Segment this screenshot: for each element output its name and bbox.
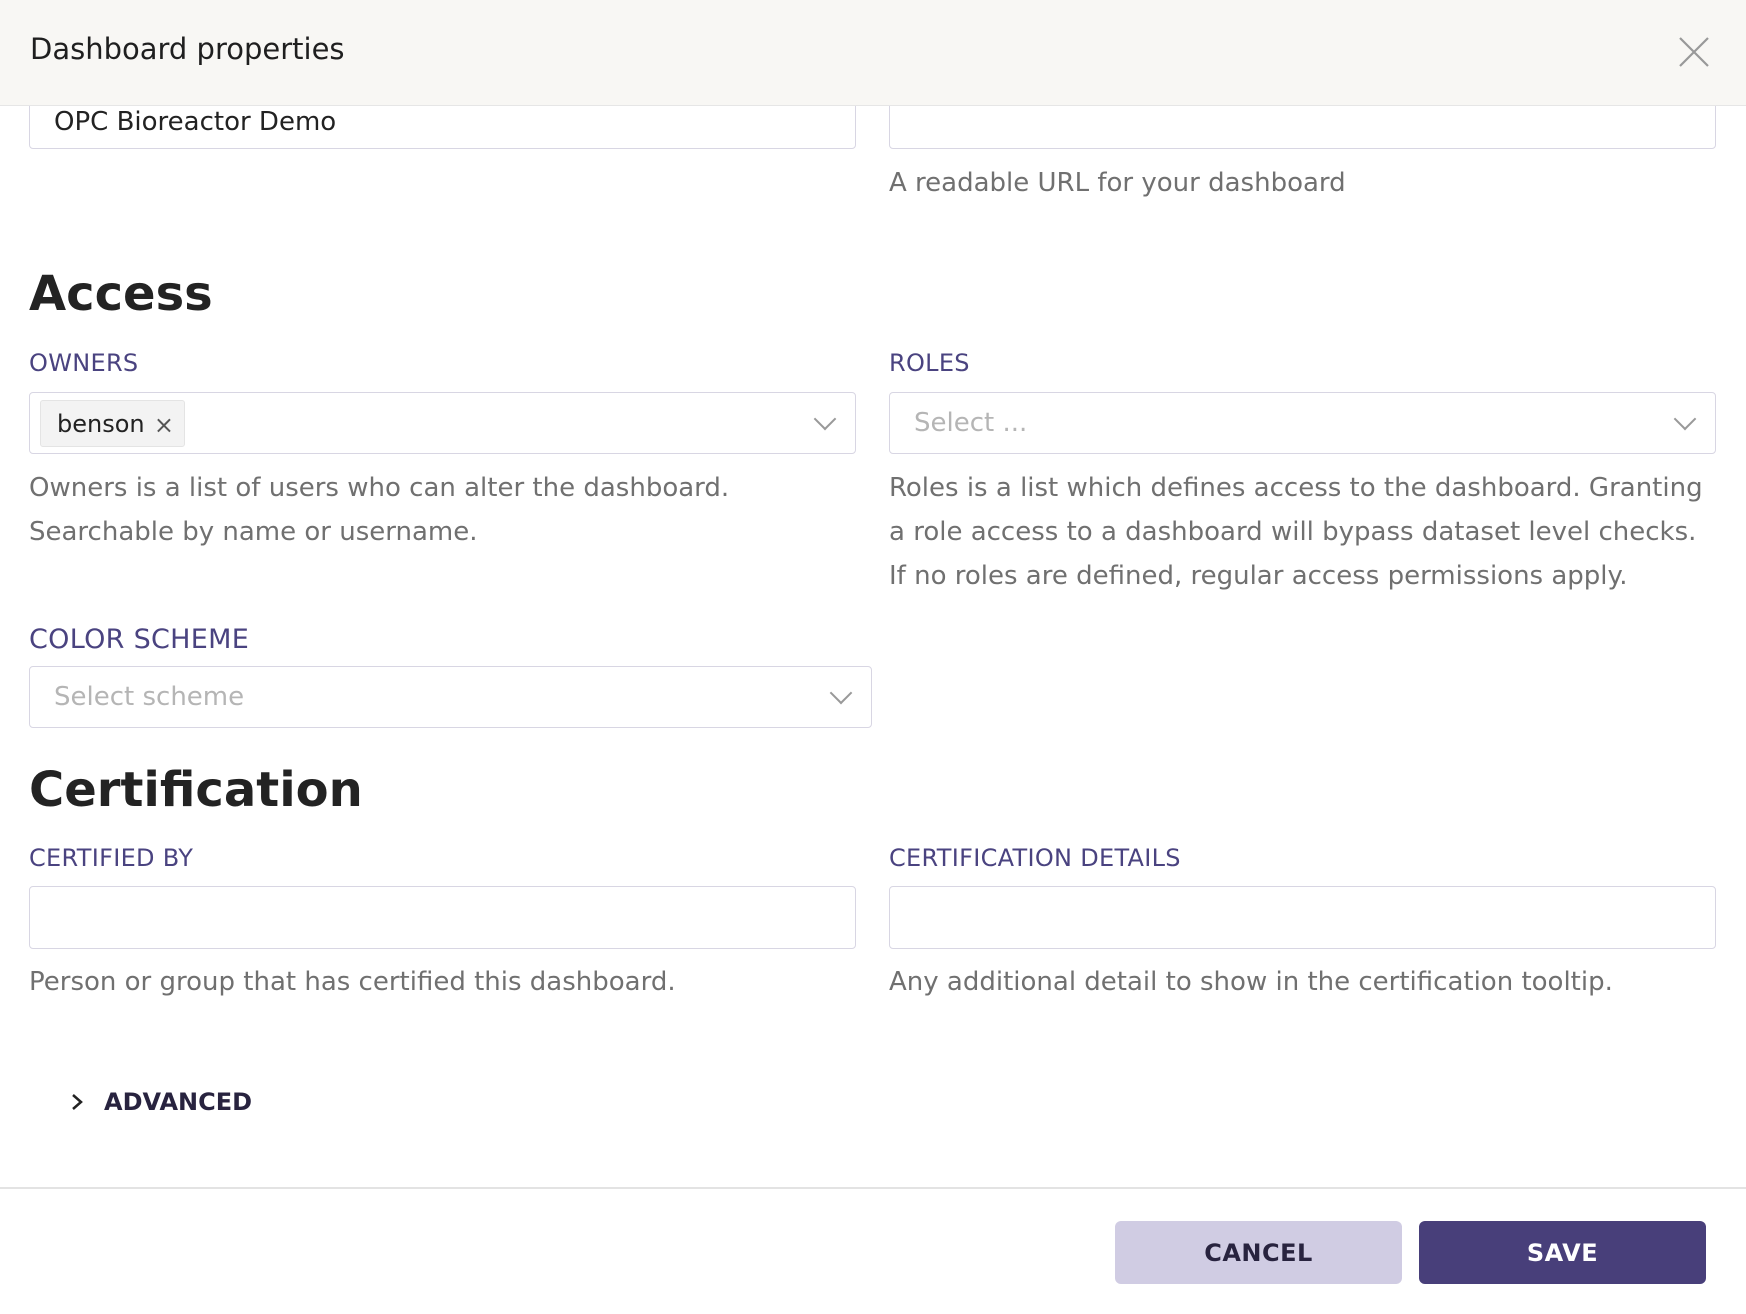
- certified-by-input[interactable]: [29, 886, 856, 949]
- chevron-down-icon[interactable]: [829, 681, 853, 705]
- owners-help: Owners is a list of users who can alter …: [29, 466, 729, 554]
- save-button[interactable]: SAVE: [1419, 1221, 1706, 1284]
- close-icon[interactable]: [1676, 34, 1712, 70]
- certification-heading: Certification: [29, 762, 363, 818]
- advanced-toggle[interactable]: ADVANCED: [68, 1088, 252, 1116]
- certification-details-input[interactable]: [889, 886, 1716, 949]
- certification-details-help: Any additional detail to show in the cer…: [889, 967, 1613, 997]
- slug-help: A readable URL for your dashboard: [889, 168, 1346, 198]
- owner-tag: benson ×: [40, 400, 185, 447]
- roles-select[interactable]: Select ...: [889, 392, 1716, 454]
- roles-help-line: Roles is a list which defines access to …: [889, 473, 1703, 503]
- owners-label: OWNERS: [29, 349, 139, 377]
- color-scheme-select[interactable]: Select scheme: [29, 666, 872, 728]
- certified-by-label: CERTIFIED BY: [29, 844, 194, 872]
- color-scheme-label: COLOR SCHEME: [29, 624, 250, 655]
- owners-select[interactable]: benson ×: [29, 392, 856, 454]
- remove-tag-icon[interactable]: ×: [154, 411, 174, 439]
- certified-by-help: Person or group that has certified this …: [29, 967, 676, 997]
- cancel-button[interactable]: CANCEL: [1115, 1221, 1402, 1284]
- modal-header: Dashboard properties: [0, 0, 1746, 106]
- owners-help-line: Searchable by name or username.: [29, 517, 478, 547]
- access-heading: Access: [29, 266, 213, 322]
- chevron-down-icon[interactable]: [1673, 407, 1697, 431]
- chevron-right-icon: [72, 1094, 83, 1110]
- certification-details-label: CERTIFICATION DETAILS: [889, 844, 1181, 872]
- color-scheme-placeholder: Select scheme: [54, 682, 245, 712]
- title-input-value: OPC Bioreactor Demo: [54, 106, 337, 137]
- modal-title: Dashboard properties: [30, 32, 345, 66]
- roles-help-line: a role access to a dashboard will bypass…: [889, 517, 1697, 547]
- roles-help-line: If no roles are defined, regular access …: [889, 561, 1628, 591]
- footer-divider: [0, 1187, 1746, 1189]
- owner-tag-label: benson: [57, 409, 145, 438]
- chevron-down-icon[interactable]: [813, 407, 837, 431]
- roles-help: Roles is a list which defines access to …: [889, 466, 1703, 598]
- advanced-label: ADVANCED: [104, 1088, 253, 1116]
- roles-placeholder: Select ...: [914, 408, 1028, 438]
- owners-help-line: Owners is a list of users who can alter …: [29, 473, 730, 503]
- roles-label: ROLES: [889, 349, 970, 377]
